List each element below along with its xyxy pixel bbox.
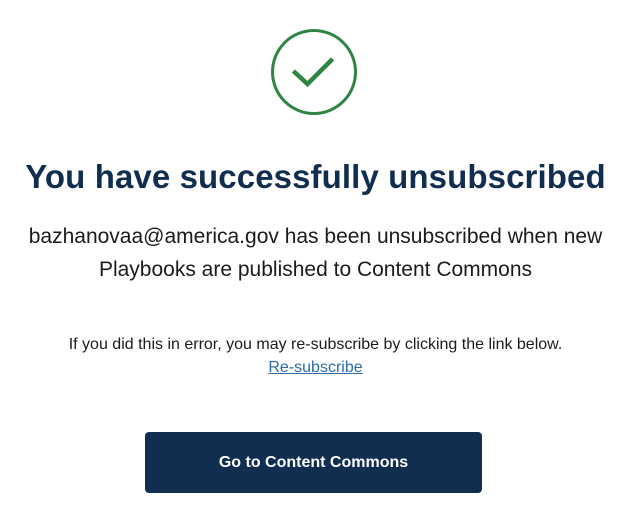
error-note: If you did this in error, you may re-sub…	[0, 333, 631, 379]
go-to-content-commons-button[interactable]: Go to Content Commons	[145, 432, 482, 493]
unsubscribe-message-line-1: bazhanovaa@america.gov has been unsubscr…	[28, 225, 603, 248]
unsubscribe-message: bazhanovaa@america.gov has been unsubscr…	[0, 220, 631, 286]
check-circle-icon	[271, 29, 357, 115]
error-note-text: If you did this in error, you may re-sub…	[68, 336, 563, 353]
resubscribe-link[interactable]: Re-subscribe	[268, 359, 362, 376]
page-title: You have successfully unsubscribed	[25, 158, 606, 195]
unsubscribe-message-line-2: Playbooks are published to Content Commo…	[98, 258, 533, 281]
unsubscribe-confirmation-page: You have successfully unsubscribed bazha…	[0, 0, 631, 508]
